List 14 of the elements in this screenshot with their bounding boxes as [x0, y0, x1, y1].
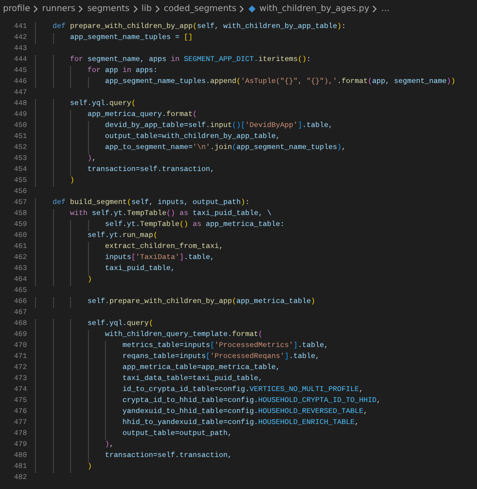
- breadcrumb-item[interactable]: coded_segments: [164, 4, 236, 14]
- chevron-icon: [33, 4, 40, 12]
- breadcrumb-item[interactable]: runners: [42, 4, 76, 14]
- chevron-icon: [78, 4, 84, 12]
- python-file-icon: [248, 4, 256, 12]
- chevron-icon: [132, 4, 138, 12]
- more-link[interactable]: ...: [381, 4, 390, 14]
- chevron-icon: [154, 4, 161, 12]
- breadcrumb-item[interactable]: segments: [87, 4, 130, 14]
- chevron-icon: [372, 4, 378, 12]
- chevron-icon: [239, 4, 246, 12]
- breadcrumb-item[interactable]: profile: [3, 4, 30, 14]
- breadcrumb-item[interactable]: with_children_by_ages.py: [259, 4, 370, 14]
- breadcrumb-item[interactable]: lib: [142, 4, 152, 14]
